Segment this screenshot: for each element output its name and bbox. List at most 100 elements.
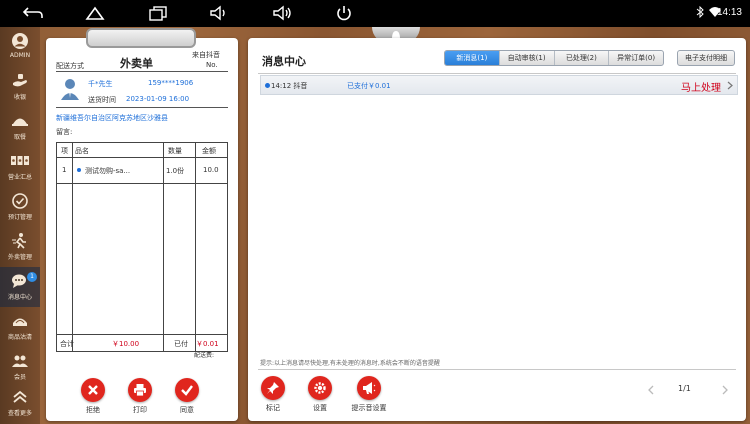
- customer-phone: 159****1906: [148, 79, 194, 87]
- tab-processed[interactable]: 已处理(2): [553, 51, 609, 65]
- print-button[interactable]: [128, 378, 152, 402]
- message-count-badge: 1: [27, 272, 37, 282]
- total-value: ￥10.00: [112, 340, 140, 348]
- sidebar-item-label: 会员: [13, 374, 26, 381]
- table-header-amount: 金额: [202, 147, 216, 155]
- process-now-link[interactable]: 马上处理: [681, 79, 721, 94]
- settings-label: 设置: [313, 404, 327, 412]
- sidebar-item-reservation[interactable]: 预订管理: [0, 187, 40, 227]
- clock-time: 14:13: [716, 7, 742, 18]
- sidebar-item-more[interactable]: 查看更多: [0, 383, 40, 423]
- item-dot-icon: [77, 168, 81, 172]
- sidebar-item-label: 消息中心: [7, 294, 32, 301]
- accept-button[interactable]: [175, 378, 199, 402]
- sidebar-item-delivery[interactable]: 外卖管理: [0, 227, 40, 267]
- order-source: 来自抖音: [192, 51, 220, 59]
- sidebar-item-admin[interactable]: ADMIN: [0, 27, 40, 67]
- summary-icon: [11, 156, 29, 165]
- sidebar-item-label: 预订管理: [7, 214, 32, 221]
- accept-label: 同意: [180, 406, 194, 414]
- mark-button[interactable]: [261, 376, 285, 400]
- total-label: 合计: [60, 340, 74, 348]
- recent-apps-icon[interactable]: [147, 4, 171, 22]
- message-payment-status: 已支付￥0.01: [347, 82, 391, 90]
- table-header-name: 品名: [75, 147, 89, 155]
- row-item-amount: 10.0: [203, 166, 219, 174]
- sidebar-item-label: 营业汇总: [7, 174, 32, 181]
- table-header-index: 项: [61, 147, 68, 155]
- page-indicator: 1/1: [678, 384, 691, 393]
- volume-down-icon[interactable]: [208, 4, 232, 22]
- settings-icon: [314, 382, 326, 394]
- sidebar-item-label: 商品沽清: [7, 334, 32, 341]
- message-center-panel: 消息中心 新消息(1) 自动审核(1) 已处理(2) 异常订单(0) 电子支付明…: [248, 38, 746, 421]
- print-label: 打印: [133, 406, 147, 414]
- paid-value: ￥0.01: [196, 340, 219, 348]
- table-row[interactable]: 1 测试勿购-sa... 1.0份 10.0: [57, 158, 227, 183]
- delivery-time-value: 2023-01-09 16:00: [126, 95, 190, 103]
- mark-label: 标记: [266, 404, 280, 412]
- sidebar-item-label: 查看更多: [7, 410, 32, 417]
- reject-icon: [88, 385, 98, 395]
- list-divider: [258, 73, 736, 74]
- ticket-title: 外卖单: [120, 57, 153, 70]
- sidebar-item-cashier[interactable]: 收银: [0, 67, 40, 107]
- delivery-time-label: 送货时间: [88, 96, 116, 104]
- settings-button[interactable]: [308, 376, 332, 400]
- delivery-address: 新疆维吾尔自治区阿克苏地区沙雅县: [56, 114, 168, 122]
- dish-icon: [12, 118, 28, 126]
- row-index: 1: [62, 166, 67, 174]
- sound-settings-label: 提示音设置: [351, 404, 387, 412]
- pin-icon: [267, 382, 279, 394]
- order-ticket: 配送方式 外卖单 来自抖音 No. 千*先生 159****1906 送货时间 …: [46, 38, 238, 421]
- cashier-icon: [13, 74, 27, 87]
- order-items-table: 项 品名 数量 金额 1 测试勿购-sa... 1.0份 10.0: [56, 142, 228, 352]
- table-header-qty: 数量: [168, 147, 182, 155]
- customer-name: 千*先生: [88, 80, 113, 88]
- member-icon: [12, 355, 28, 367]
- home-icon[interactable]: [84, 4, 108, 22]
- reject-button[interactable]: [81, 378, 105, 402]
- sidebar-item-label: 收银: [13, 94, 26, 101]
- prev-page-icon[interactable]: [648, 385, 654, 395]
- bluetooth-icon: [696, 6, 704, 18]
- hint-text: 提示:以上消息请尽快处理,有未处理的消息时,系统会不断的语音提醒: [260, 360, 440, 367]
- delivery-icon: [12, 233, 26, 249]
- sidebar-item-goods[interactable]: 商品沽清: [0, 307, 40, 347]
- back-icon[interactable]: [22, 4, 46, 22]
- tab-auto-review[interactable]: 自动审核(1): [498, 51, 554, 65]
- next-page-icon[interactable]: [722, 385, 728, 395]
- reject-label: 拒绝: [86, 406, 100, 414]
- avatar-icon: [12, 33, 28, 49]
- order-number-label: No.: [206, 61, 218, 69]
- delivery-method-label: 配送方式: [56, 62, 84, 70]
- sidebar-item-label: 外卖管理: [7, 254, 32, 261]
- ticket-divider: [56, 71, 228, 72]
- remark-label: 留言:: [56, 128, 73, 136]
- clipboard-clip: [86, 28, 196, 48]
- power-icon[interactable]: [333, 4, 357, 22]
- sidebar-item-summary[interactable]: 营业汇总: [0, 147, 40, 187]
- clock-icon: [12, 193, 28, 209]
- unread-dot-icon: [265, 83, 270, 88]
- row-item-qty: 1.0份: [166, 167, 185, 175]
- more-icon: [13, 390, 27, 403]
- chevron-right-icon: [727, 81, 733, 90]
- page-title: 消息中心: [262, 55, 306, 68]
- status-bar: 14:13: [0, 0, 750, 27]
- list-item[interactable]: 14:12 抖音 已支付￥0.01 马上处理: [260, 75, 738, 95]
- sound-settings-button[interactable]: [357, 376, 381, 400]
- sidebar-item-message-center[interactable]: 消息中心 1: [0, 267, 40, 307]
- tab-abnormal-orders[interactable]: 异常订单(0): [608, 51, 663, 65]
- volume-up-icon[interactable]: [271, 4, 295, 22]
- sidebar-item-pickup[interactable]: 取餐: [0, 107, 40, 147]
- bottom-divider: [258, 369, 736, 370]
- sidebar-item-member[interactable]: 会员: [0, 347, 40, 387]
- megaphone-icon: [363, 382, 376, 394]
- row-item-name: 测试勿购-sa...: [85, 167, 131, 175]
- paid-label: 已付: [174, 340, 188, 348]
- check-icon: [181, 385, 193, 396]
- payment-detail-button[interactable]: 电子支付明细: [677, 50, 735, 66]
- goods-icon: [13, 318, 27, 326]
- tab-new-messages[interactable]: 新消息(1): [445, 51, 499, 65]
